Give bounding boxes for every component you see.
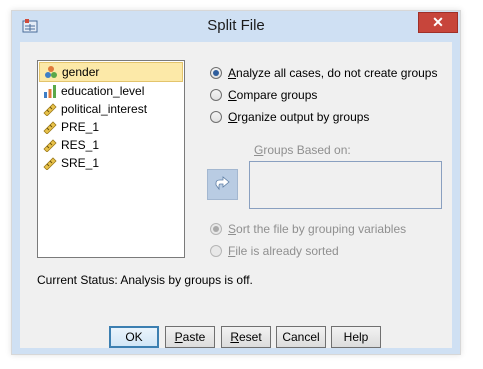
cancel-button[interactable]: Cancel <box>276 326 326 348</box>
variable-item-res-1[interactable]: RES_1 <box>39 136 183 154</box>
radio-label-analyze-all: Analyze all cases, do not create groups <box>228 66 438 80</box>
reset-button[interactable]: Reset <box>221 326 271 348</box>
variable-item-pre-1[interactable]: PRE_1 <box>39 118 183 136</box>
help-button[interactable]: Help <box>331 326 381 348</box>
paste-button[interactable]: Paste <box>165 326 215 348</box>
variable-item-sre-1[interactable]: SRE_1 <box>39 154 183 172</box>
move-variable-button[interactable] <box>207 169 238 200</box>
current-status-text: Current Status: Analysis by groups is of… <box>37 273 253 287</box>
radio-organize-output[interactable]: Organize output by groups <box>210 108 369 126</box>
radio-label-organize-output: Organize output by groups <box>228 110 370 124</box>
close-button[interactable]: ✕ <box>418 12 458 33</box>
variable-item-political-interest[interactable]: political_interest <box>39 100 183 118</box>
ok-button[interactable]: OK <box>109 326 159 348</box>
ordinal-variable-icon <box>44 85 56 98</box>
variable-item-education-level[interactable]: education_level <box>39 82 183 100</box>
radio-label-sort-file: Sort the file by grouping variables <box>228 222 407 236</box>
variable-label: gender <box>62 65 100 79</box>
arrow-right-icon <box>215 176 230 191</box>
variable-label: PRE_1 <box>61 120 100 134</box>
radio-indicator[interactable] <box>210 223 222 235</box>
nominal-variable-icon <box>45 66 57 78</box>
dialog-title: Split File <box>207 17 265 34</box>
variable-list[interactable]: gender education_level political_interes… <box>37 60 185 258</box>
scale-variable-icon <box>43 103 57 116</box>
variable-label: RES_1 <box>61 138 100 152</box>
scale-variable-icon <box>43 121 57 134</box>
radio-label-already-sorted: File is already sorted <box>228 244 339 258</box>
dialog-body: gender education_level political_interes… <box>20 42 452 348</box>
split-file-dialog: Split File ✕ gender education_level poli… <box>11 10 461 355</box>
radio-compare-groups[interactable]: Compare groups <box>210 86 317 104</box>
variable-label: education_level <box>61 84 145 98</box>
variable-label: SRE_1 <box>61 156 100 170</box>
scale-variable-icon <box>43 157 57 170</box>
title-bar[interactable]: Split File ✕ <box>12 11 460 41</box>
radio-sort-file[interactable]: Sort the file by grouping variables <box>210 220 406 238</box>
radio-analyze-all-cases[interactable]: Analyze all cases, do not create groups <box>210 64 437 82</box>
scale-variable-icon <box>43 139 57 152</box>
groups-based-on-label: Groups Based on: <box>254 143 351 157</box>
groups-based-on-list[interactable] <box>249 161 442 209</box>
radio-already-sorted[interactable]: File is already sorted <box>210 242 339 260</box>
radio-indicator[interactable] <box>210 67 222 79</box>
radio-indicator[interactable] <box>210 245 222 257</box>
variable-label: political_interest <box>61 102 148 116</box>
variable-item-gender[interactable]: gender <box>39 62 183 82</box>
radio-label-compare-groups: Compare groups <box>228 88 318 102</box>
radio-indicator[interactable] <box>210 89 222 101</box>
radio-indicator[interactable] <box>210 111 222 123</box>
